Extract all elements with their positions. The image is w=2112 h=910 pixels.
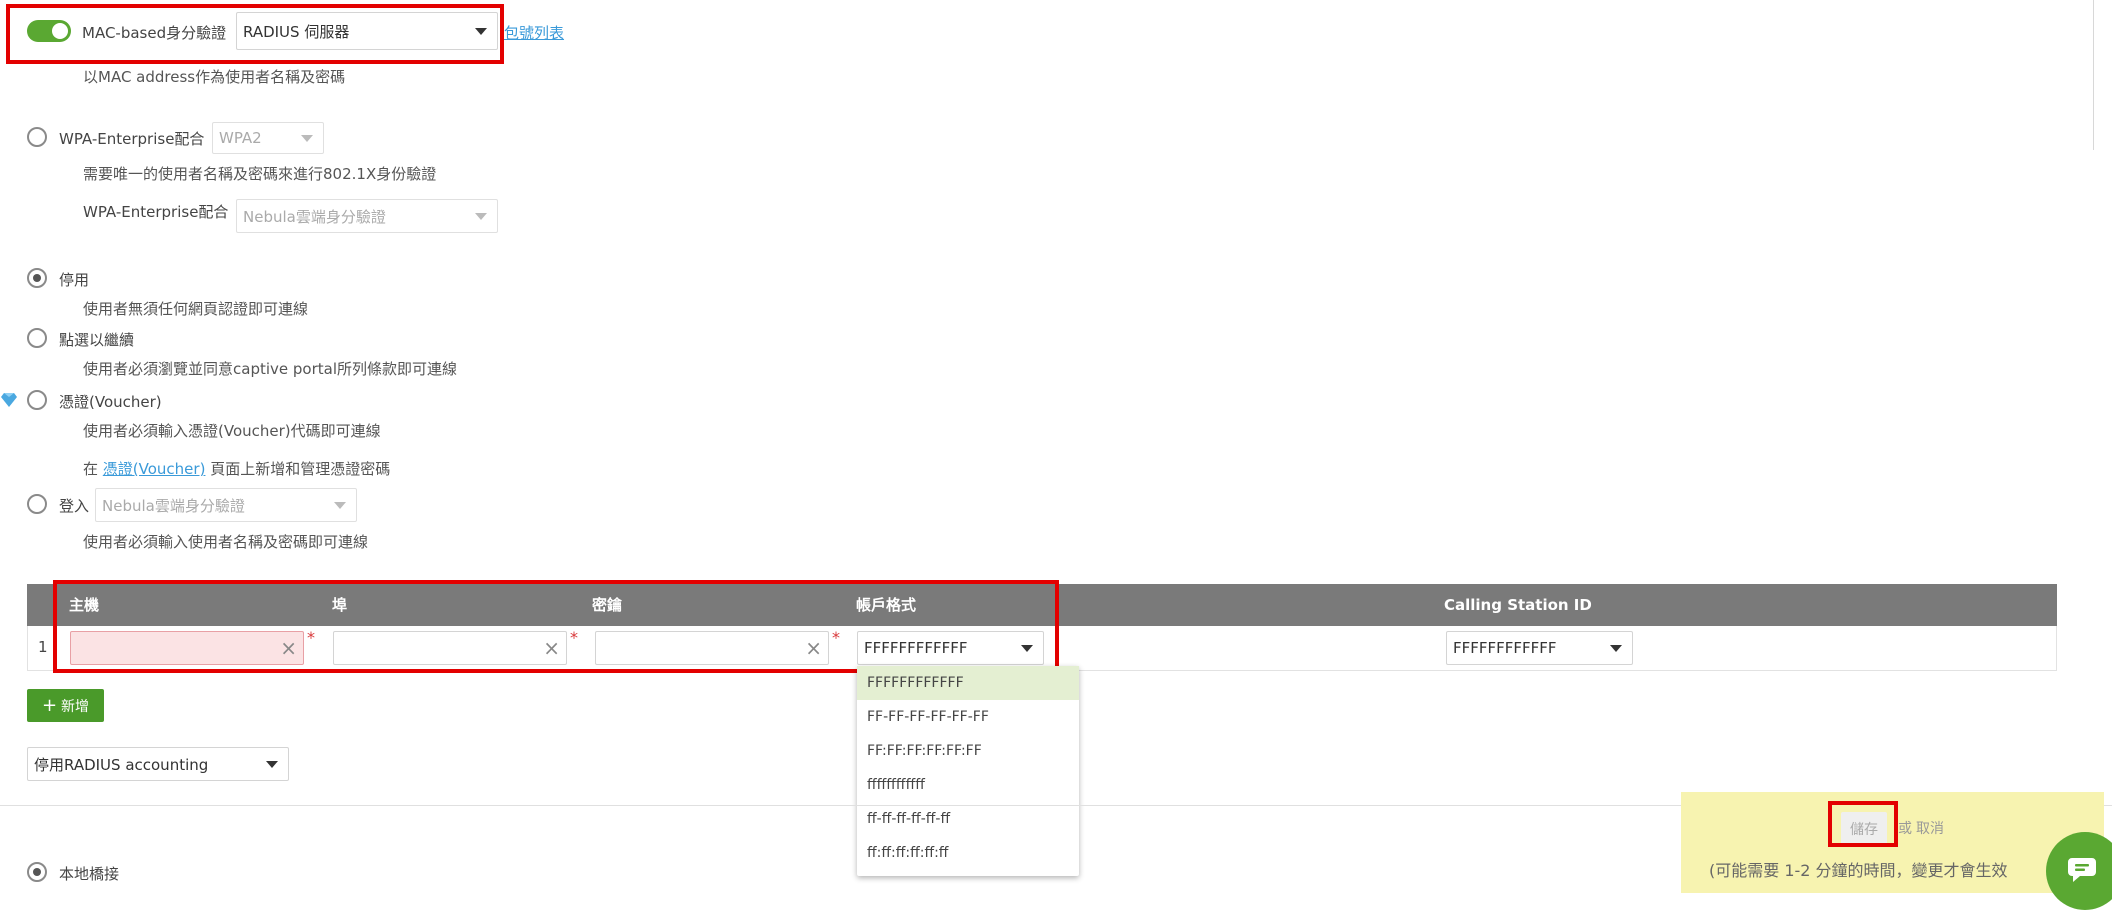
dropdown-option[interactable]: ff-ff-ff-ff-ff-ff — [857, 802, 1079, 836]
save-note: (可能需要 1-2 分鐘的時間，變更才會生效 — [1709, 861, 2008, 880]
chevron-down-icon — [301, 135, 313, 142]
login-auth-select[interactable]: Nebula雲端身分驗證 — [95, 488, 357, 522]
calling-station-value: FFFFFFFFFFFF — [1453, 639, 1557, 657]
or-label: 或 — [1898, 821, 1912, 837]
account-format-select[interactable]: FFFFFFFFFFFF — [857, 631, 1044, 665]
chevron-down-icon — [1610, 645, 1622, 652]
portal-click-label: 點選以繼續 — [59, 331, 135, 349]
chevron-down-icon — [475, 28, 487, 35]
dropdown-option[interactable]: FFFFFFFFFFFF — [857, 666, 1079, 700]
dropdown-option[interactable]: FF-FF-FF-FF-FF-FF — [857, 700, 1079, 734]
required-mark: * — [307, 628, 315, 647]
port-input[interactable]: × — [333, 631, 567, 665]
mac-auth-toggle[interactable] — [27, 20, 71, 42]
diamond-icon — [1, 392, 17, 411]
portal-voucher-radio[interactable] — [27, 390, 47, 410]
wpa-desc: 需要唯一的使用者名稱及密碼來進行802.1X身份驗證 — [83, 165, 437, 183]
voucher-note-suffix: 頁面上新增和管理憑證密碼 — [210, 460, 391, 478]
local-bridge-radio[interactable] — [27, 862, 47, 882]
portal-voucher-desc: 使用者必須輸入憑證(Voucher)代碼即可連線 — [83, 422, 381, 440]
mac-auth-label: MAC-based身分驗證 — [82, 24, 227, 42]
header-account-format: 帳戶格式 — [856, 596, 917, 614]
required-mark: * — [570, 628, 578, 647]
mac-auth-select-value: RADIUS 伺服器 — [243, 22, 350, 41]
account-format-value: FFFFFFFFFFFF — [864, 639, 968, 657]
wpa-sub-label: WPA-Enterprise配合 — [83, 203, 229, 221]
local-bridge-label: 本地橋接 — [59, 865, 120, 883]
mac-auth-select[interactable]: RADIUS 伺服器 — [236, 12, 498, 50]
chevron-down-icon — [266, 761, 278, 768]
portal-login-desc: 使用者必須輸入使用者名稱及密碼即可連線 — [83, 533, 369, 551]
wpa-version-select[interactable]: WPA2 — [212, 122, 324, 154]
required-mark: * — [832, 628, 840, 647]
calling-station-select[interactable]: FFFFFFFFFFFF — [1446, 631, 1633, 665]
secret-input[interactable]: × — [595, 631, 829, 665]
radius-accounting-select[interactable]: 停用RADIUS accounting — [27, 747, 289, 781]
account-format-dropdown: FFFFFFFFFFFF FF-FF-FF-FF-FF-FF FF:FF:FF:… — [857, 666, 1079, 876]
header-calling-station: Calling Station ID — [1444, 596, 1592, 614]
login-auth-value: Nebula雲端身分驗證 — [102, 496, 245, 515]
row-index: 1 — [38, 638, 48, 656]
portal-click-radio[interactable] — [27, 328, 47, 348]
clear-icon[interactable]: × — [280, 637, 297, 659]
portal-disable-label: 停用 — [59, 271, 90, 289]
voucher-page-link[interactable]: 憑證(Voucher) — [103, 460, 206, 478]
save-bar: 儲存 或 取消 (可能需要 1-2 分鐘的時間，變更才會生效 — [1681, 792, 2104, 893]
portal-disable-radio[interactable] — [27, 268, 47, 288]
wpa-enterprise-label: WPA-Enterprise配合 — [59, 130, 205, 148]
toggle-knob — [52, 23, 68, 39]
chevron-down-icon — [475, 213, 487, 220]
cancel-link[interactable]: 取消 — [1916, 818, 1944, 838]
wpa-auth-value: Nebula雲端身分驗證 — [243, 207, 386, 226]
scrollbar-edge — [2093, 0, 2094, 150]
chevron-down-icon — [334, 502, 346, 509]
wpa-auth-select[interactable]: Nebula雲端身分驗證 — [236, 199, 498, 233]
clear-icon[interactable]: × — [805, 637, 822, 659]
dropdown-option[interactable]: ffffffffffff — [857, 768, 1079, 802]
dropdown-option[interactable]: FF:FF:FF:FF:FF:FF — [857, 734, 1079, 768]
chevron-down-icon — [1021, 645, 1033, 652]
chat-icon — [2068, 858, 2096, 882]
table-row: 1 × * × * × * FFFFFFFFFFFF FFFFFFFFFFFF — [27, 626, 2057, 671]
radius-table-header: 主機 埠 密鑰 帳戶格式 Calling Station ID — [27, 584, 2057, 626]
highlight-save — [1828, 801, 1898, 847]
plus-icon: + — [41, 695, 58, 716]
portal-login-radio[interactable] — [27, 494, 47, 514]
voucher-note: 在 憑證(Voucher) 頁面上新增和管理憑證密碼 — [83, 458, 390, 479]
portal-click-desc: 使用者必須瀏覽並同意captive portal所列條款即可連線 — [83, 360, 457, 378]
header-secret: 密鑰 — [592, 596, 623, 614]
mac-list-link[interactable]: 包號列表 — [504, 22, 564, 43]
radius-accounting-value: 停用RADIUS accounting — [34, 755, 209, 774]
host-input[interactable]: × — [70, 631, 304, 665]
wpa-enterprise-radio[interactable] — [27, 127, 47, 147]
portal-disable-desc: 使用者無須任何網頁認證即可連線 — [83, 300, 309, 318]
portal-login-label: 登入 — [59, 497, 90, 515]
header-host: 主機 — [69, 596, 100, 614]
add-server-label: 新增 — [61, 698, 90, 715]
dropdown-option[interactable]: ff:ff:ff:ff:ff:ff — [857, 836, 1079, 870]
voucher-note-prefix: 在 — [83, 460, 99, 478]
chat-button[interactable] — [2046, 832, 2112, 910]
mac-auth-desc: 以MAC address作為使用者名稱及密碼 — [83, 68, 346, 86]
header-port: 埠 — [332, 596, 348, 614]
wpa-version-value: WPA2 — [219, 129, 262, 147]
add-server-button[interactable]: + 新增 — [27, 689, 104, 722]
portal-voucher-label: 憑證(Voucher) — [59, 393, 162, 411]
radius-table: 主機 埠 密鑰 帳戶格式 Calling Station ID 1 × * × … — [27, 584, 2057, 672]
clear-icon[interactable]: × — [543, 637, 560, 659]
